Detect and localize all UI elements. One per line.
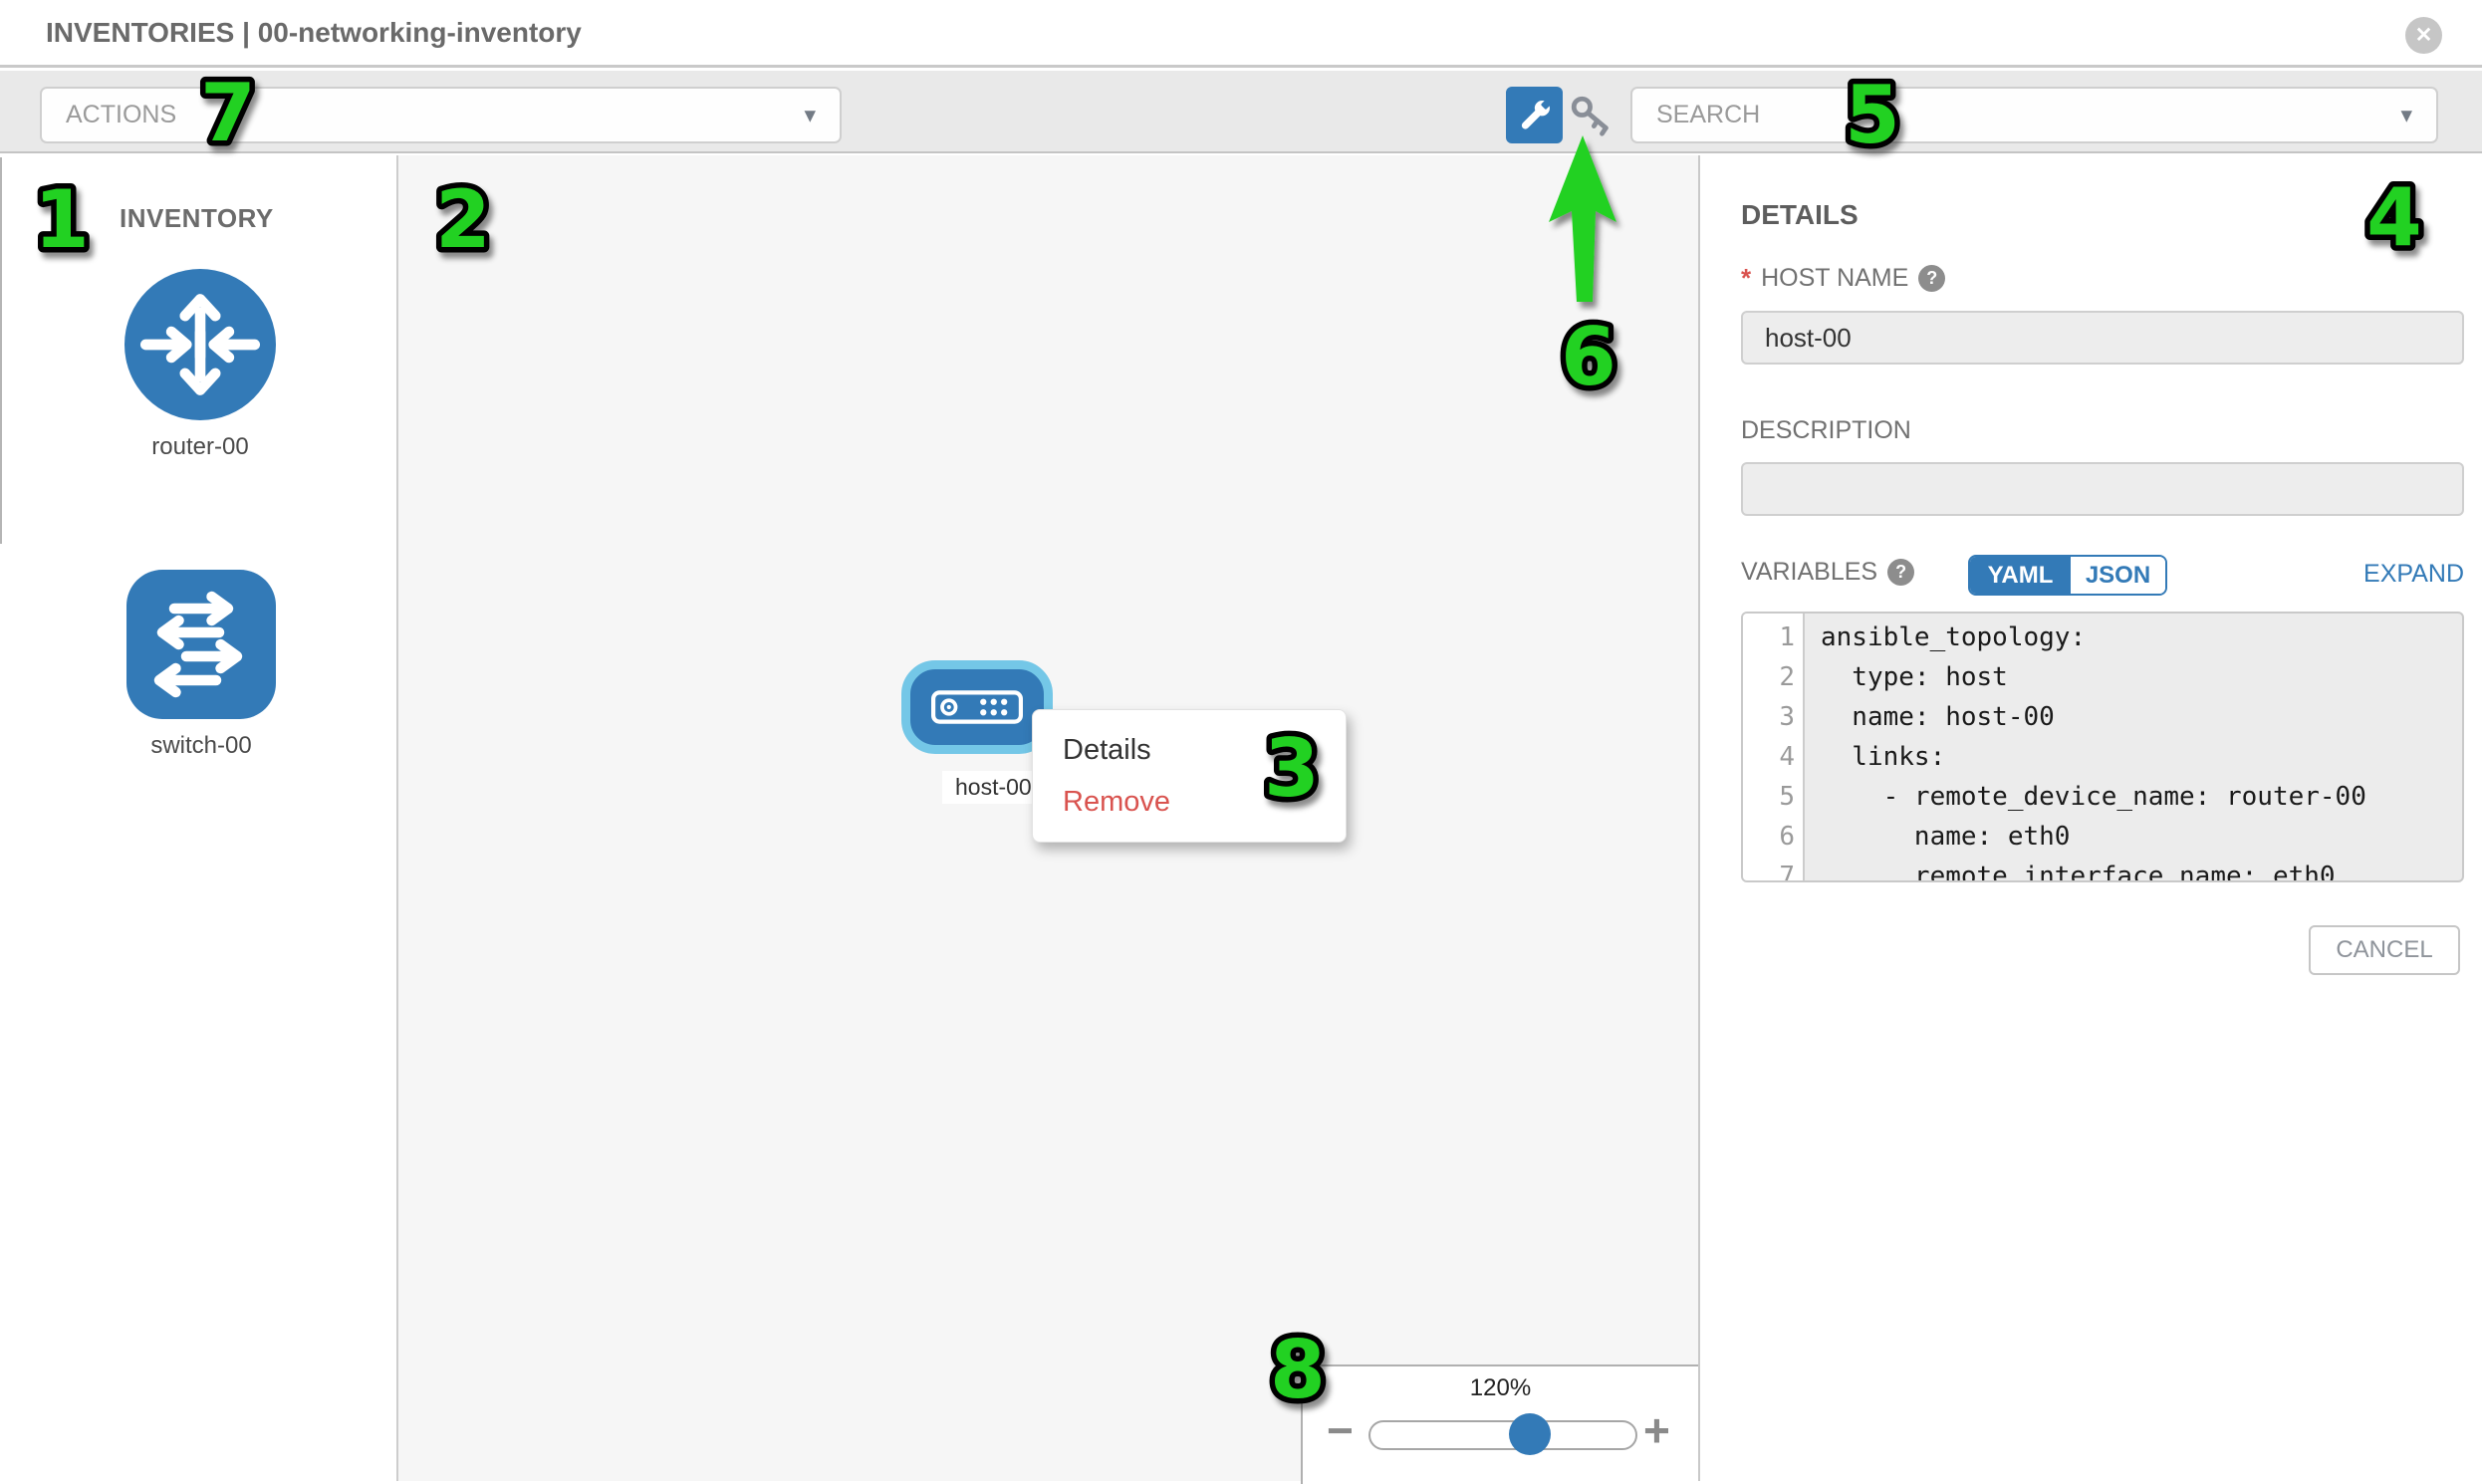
description-input[interactable] [1741, 462, 2464, 516]
line-code: name: eth0 [1805, 817, 2462, 857]
router-icon [124, 269, 276, 420]
menu-item-details[interactable]: Details [1033, 724, 1346, 776]
close-glyph: ✕ [2415, 23, 2433, 48]
router-label: router-00 [124, 433, 276, 461]
window-header: INVENTORIES | 00-networking-inventory ✕ [0, 0, 2482, 68]
variables-row: VARIABLES ? YAML JSON EXPAND [1741, 558, 2464, 587]
search-dropdown-label: SEARCH [1656, 101, 1760, 129]
help-icon[interactable]: ? [1887, 559, 1914, 586]
actions-dropdown[interactable]: ACTIONS ▾ [40, 87, 842, 143]
switch-label: switch-00 [125, 732, 277, 760]
zoom-level-label: 120% [1303, 1374, 1698, 1402]
line-number: 6 [1743, 817, 1805, 857]
tab-json[interactable]: JSON [2071, 557, 2165, 594]
chevron-down-icon: ▾ [2400, 102, 2412, 128]
line-code: remote_interface_name: eth0 [1805, 857, 2462, 882]
zoom-out-button[interactable]: − [1327, 1408, 1354, 1452]
zoom-control: 120% − + [1301, 1364, 1698, 1484]
editor-line: 4 links: [1743, 737, 2462, 777]
line-code: links: [1805, 737, 2462, 777]
expand-link[interactable]: EXPAND [2363, 560, 2464, 589]
tab-yaml[interactable]: YAML [1970, 557, 2071, 594]
wrench-icon [1514, 95, 1556, 136]
zoom-slider-handle[interactable] [1509, 1413, 1551, 1455]
switch-icon [126, 570, 276, 719]
required-asterisk: * [1741, 263, 1751, 294]
details-panel: DETAILS * HOST NAME ? host-00 DESCRIPTIO… [1702, 155, 2482, 1481]
line-number: 3 [1743, 697, 1805, 737]
line-code: - remote_device_name: router-00 [1805, 777, 2462, 817]
hostname-label: HOST NAME [1761, 264, 1908, 293]
actions-dropdown-label: ACTIONS [66, 101, 176, 129]
zoom-in-button[interactable]: + [1643, 1408, 1670, 1452]
editor-line: 3 name: host-00 [1743, 697, 2462, 737]
zoom-row: − + [1303, 1412, 1698, 1456]
zoom-slider[interactable] [1368, 1420, 1637, 1450]
hostname-label-row: * HOST NAME ? [1741, 263, 1945, 294]
editor-line: 1ansible_topology: [1743, 618, 2462, 657]
editor-lines: 1ansible_topology: 2 type: host 3 name: … [1743, 618, 2462, 882]
palette-item-switch[interactable]: switch-00 [125, 570, 277, 760]
host-icon [931, 690, 1023, 724]
editor-line: 5 - remote_device_name: router-00 [1743, 777, 2462, 817]
line-number: 4 [1743, 737, 1805, 777]
help-icon[interactable]: ? [1918, 265, 1945, 292]
cancel-button[interactable]: CANCEL [2309, 925, 2460, 975]
palette-title: INVENTORY [120, 203, 274, 234]
line-code: type: host [1805, 657, 2462, 697]
toolbox-button[interactable] [1506, 87, 1563, 143]
key-tool-button[interactable] [1566, 91, 1615, 140]
page-title: INVENTORIES | 00-networking-inventory [46, 17, 582, 49]
line-code: name: host-00 [1805, 697, 2462, 737]
editor-line: 6 name: eth0 [1743, 817, 2462, 857]
node-context-menu: Details Remove [1032, 709, 1347, 843]
question-glyph: ? [1895, 562, 1906, 583]
topology-canvas[interactable]: host-00 Details Remove 120% − + [398, 155, 1700, 1481]
line-code: ansible_topology: [1805, 618, 2462, 657]
variables-format-toggle: YAML JSON [1968, 555, 2167, 596]
line-number: 7 [1743, 857, 1805, 882]
editor-line: 7 remote_interface_name: eth0 [1743, 857, 2462, 882]
line-number: 5 [1743, 777, 1805, 817]
inventory-palette: INVENTORY router-00 switch-00 [0, 155, 398, 1481]
host-node[interactable] [901, 660, 1053, 754]
menu-item-remove[interactable]: Remove [1033, 776, 1346, 828]
close-icon[interactable]: ✕ [2405, 17, 2442, 54]
chevron-down-icon: ▾ [804, 102, 816, 128]
palette-edge-divider [0, 157, 2, 544]
description-label-row: DESCRIPTION [1741, 416, 1911, 445]
key-icon [1568, 93, 1613, 138]
hostname-value: host-00 [1765, 323, 1852, 354]
description-label: DESCRIPTION [1741, 416, 1911, 445]
hostname-input[interactable]: host-00 [1741, 311, 2464, 365]
palette-item-router[interactable]: router-00 [124, 269, 276, 461]
search-dropdown[interactable]: SEARCH ▾ [1630, 87, 2438, 143]
line-number: 2 [1743, 657, 1805, 697]
details-title: DETAILS [1741, 199, 1859, 231]
question-glyph: ? [1926, 268, 1937, 289]
line-number: 1 [1743, 618, 1805, 657]
variables-label: VARIABLES [1741, 558, 1877, 587]
editor-line: 2 type: host [1743, 657, 2462, 697]
host-node-label: host-00 [942, 771, 1045, 804]
toolbar: ACTIONS ▾ SEARCH ▾ [0, 71, 2482, 153]
variables-editor[interactable]: 1ansible_topology: 2 type: host 3 name: … [1741, 612, 2464, 882]
